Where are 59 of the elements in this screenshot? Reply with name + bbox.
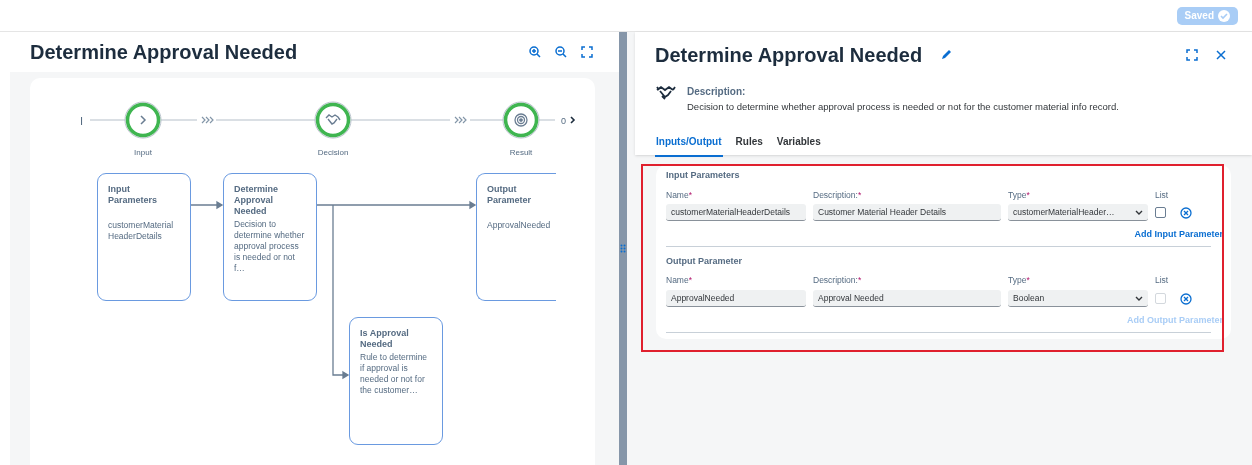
column-label: Name* bbox=[666, 188, 693, 202]
column-label: Name* bbox=[666, 274, 693, 287]
result-step-node[interactable] bbox=[502, 101, 540, 139]
name-field[interactable]: customerMaterialHeaderDetails bbox=[666, 204, 806, 222]
name-field[interactable]: ApprovalNeeded bbox=[666, 290, 806, 307]
description-label: Description: bbox=[687, 85, 747, 99]
remove-icon[interactable] bbox=[1180, 206, 1192, 219]
decision-step-node[interactable] bbox=[314, 101, 352, 139]
tab[interactable]: Inputs/Output bbox=[655, 134, 723, 158]
remove-icon[interactable] bbox=[1180, 292, 1192, 305]
checkmark-icon bbox=[1218, 9, 1230, 22]
end-marker: 0 bbox=[561, 115, 566, 128]
section-heading: Input Parameters bbox=[666, 169, 741, 182]
node-description: customerMaterial HeaderDetails bbox=[108, 220, 175, 242]
fullscreen-icon[interactable] bbox=[1186, 49, 1198, 61]
close-icon[interactable] bbox=[1216, 50, 1226, 60]
output-node-card[interactable]: Output Parameter ApprovalNeeded bbox=[476, 173, 556, 301]
zoom-in-icon[interactable] bbox=[529, 46, 541, 58]
chevrons-icon bbox=[454, 116, 467, 124]
pencil-icon[interactable] bbox=[940, 49, 953, 61]
description-field[interactable]: Approval Needed bbox=[813, 290, 1001, 307]
tab[interactable]: Variables bbox=[775, 134, 822, 158]
type-dropdown[interactable]: customerMaterialHeader… bbox=[1008, 204, 1148, 222]
chevrons-icon bbox=[201, 116, 214, 124]
chevron-right-icon bbox=[570, 116, 576, 124]
grip-icon[interactable] bbox=[620, 244, 626, 253]
input-step-node[interactable] bbox=[124, 101, 162, 139]
description-field[interactable]: Customer Material Header Details bbox=[813, 204, 1001, 222]
add-parameter-link[interactable]: Add Input Parameter bbox=[1134, 228, 1223, 242]
zoom-out-icon[interactable] bbox=[555, 46, 567, 58]
section-heading: Output Parameter bbox=[666, 254, 744, 268]
start-marker: I bbox=[80, 114, 84, 129]
tab[interactable]: Rules bbox=[734, 134, 764, 158]
column-label: Type* bbox=[1008, 274, 1031, 287]
column-label: Description:* bbox=[813, 274, 863, 287]
node-title: Input Parameters bbox=[108, 184, 159, 206]
list-checkbox[interactable] bbox=[1155, 207, 1166, 219]
diagram-title: Determine Approval Needed bbox=[30, 40, 298, 65]
node-description: Decision to determine whether approval process is needed or not f… bbox=[234, 219, 306, 274]
rule-node-card[interactable]: Is Approval Needed Rule to determine if approval is needed or not for the customer… bbox=[349, 317, 443, 445]
detail-title: Determine Approval Needed bbox=[655, 43, 923, 68]
description-text: Decision to determine whether approval process is needed or not for the customer material info record. bbox=[687, 100, 1119, 114]
step-label: Decision bbox=[316, 147, 350, 159]
node-description: Rule to determine if approval is needed or not for the customer… bbox=[360, 352, 429, 396]
step-label: Input bbox=[133, 147, 153, 159]
column-label: List bbox=[1155, 274, 1170, 287]
node-description: ApprovalNeeded bbox=[487, 220, 552, 231]
node-title: Determine Approval Needed bbox=[234, 184, 279, 217]
column-label: Type* bbox=[1008, 188, 1031, 202]
type-dropdown[interactable]: Boolean bbox=[1008, 290, 1148, 307]
decision-node-card[interactable]: Determine Approval Needed Decision to determine whether approval process is needed or not f… bbox=[223, 173, 317, 301]
node-title: Output Parameter bbox=[487, 184, 533, 206]
node-title: Is Approval Needed bbox=[360, 328, 410, 350]
step-label: Result bbox=[508, 147, 534, 159]
column-label: List bbox=[1155, 188, 1170, 202]
input-node-card[interactable]: Input Parameters customerMaterial HeaderDetails bbox=[97, 173, 191, 301]
fullscreen-icon[interactable] bbox=[581, 46, 593, 58]
column-label: Description:* bbox=[813, 188, 863, 202]
connector-arrow bbox=[189, 200, 224, 210]
